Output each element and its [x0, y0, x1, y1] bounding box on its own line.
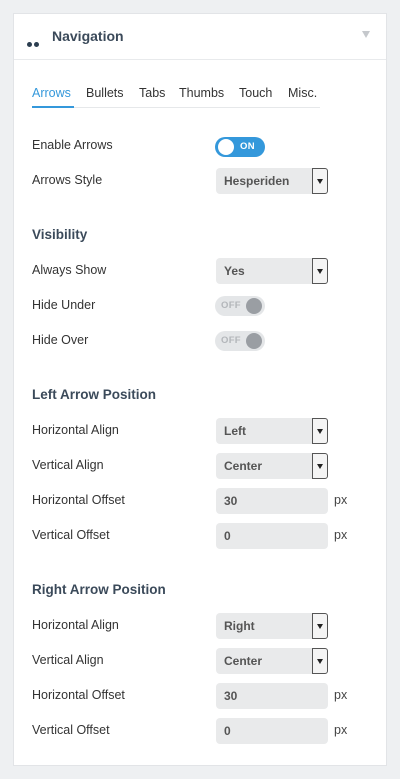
toggle-state: OFF [221, 335, 241, 346]
select-value: Right [224, 619, 255, 633]
active-tab-indicator [32, 106, 74, 108]
left-v-align-select[interactable]: Center [216, 453, 328, 479]
panel-title: Navigation [52, 28, 124, 44]
unit-label: px [334, 723, 348, 737]
hide-under-toggle[interactable]: OFF [215, 296, 265, 316]
toggle-state: ON [240, 141, 255, 152]
right-v-offset-input[interactable] [216, 718, 328, 744]
tab-thumbs[interactable]: Thumbs [179, 86, 224, 100]
right-v-align-label: Vertical Align [32, 653, 104, 667]
left-v-offset-input[interactable] [216, 523, 328, 549]
toggle-knob [246, 333, 262, 349]
visibility-title: Visibility [32, 227, 88, 242]
select-value: Yes [224, 264, 245, 278]
chevron-down-icon[interactable] [312, 418, 328, 444]
left-arrow-position-title: Left Arrow Position [32, 387, 156, 402]
toggle-knob [246, 298, 262, 314]
enable-arrows-toggle[interactable]: ON [215, 137, 265, 157]
select-value: Center [224, 654, 263, 668]
right-h-offset-input[interactable] [216, 683, 328, 709]
toggle-state: OFF [221, 300, 241, 311]
select-value: Left [224, 424, 246, 438]
tab-arrows[interactable]: Arrows [32, 86, 71, 100]
always-show-select[interactable]: Yes [216, 258, 328, 284]
chevron-down-icon[interactable] [312, 453, 328, 479]
right-h-align-label: Horizontal Align [32, 618, 119, 632]
arrows-style-select[interactable]: Hesperiden [216, 168, 328, 194]
left-h-align-select[interactable]: Left [216, 418, 328, 444]
left-h-align-label: Horizontal Align [32, 423, 119, 437]
unit-label: px [334, 528, 348, 542]
tab-tabs[interactable]: Tabs [139, 86, 165, 100]
hide-over-label: Hide Over [32, 333, 89, 347]
left-h-offset-label: Horizontal Offset [32, 493, 125, 507]
enable-arrows-label: Enable Arrows [32, 138, 113, 152]
left-v-offset-label: Vertical Offset [32, 528, 110, 542]
right-v-align-select[interactable]: Center [216, 648, 328, 674]
panel-header[interactable]: Navigation [14, 14, 386, 60]
unit-label: px [334, 493, 348, 507]
right-h-offset-label: Horizontal Offset [32, 688, 125, 702]
chevron-down-icon[interactable] [312, 168, 328, 194]
chevron-down-icon[interactable] [312, 258, 328, 284]
arrows-style-label: Arrows Style [32, 173, 103, 187]
select-value: Hesperiden [224, 174, 290, 188]
dots-icon [27, 34, 41, 52]
hide-over-toggle[interactable]: OFF [215, 331, 265, 351]
collapse-icon[interactable] [362, 31, 370, 38]
chevron-down-icon[interactable] [312, 648, 328, 674]
select-value: Center [224, 459, 263, 473]
hide-under-label: Hide Under [32, 298, 96, 312]
right-v-offset-label: Vertical Offset [32, 723, 110, 737]
chevron-down-icon[interactable] [312, 613, 328, 639]
tab-bullets[interactable]: Bullets [86, 86, 124, 100]
left-h-offset-input[interactable] [216, 488, 328, 514]
navigation-panel: Navigation Arrows Bullets Tabs Thumbs To… [13, 13, 387, 766]
right-h-align-select[interactable]: Right [216, 613, 328, 639]
tab-misc[interactable]: Misc. [288, 86, 317, 100]
always-show-label: Always Show [32, 263, 107, 277]
right-arrow-position-title: Right Arrow Position [32, 582, 166, 597]
toggle-knob [218, 139, 234, 155]
unit-label: px [334, 688, 348, 702]
tab-touch[interactable]: Touch [239, 86, 272, 100]
left-v-align-label: Vertical Align [32, 458, 104, 472]
tab-bar: Arrows Bullets Tabs Thumbs Touch Misc. [32, 84, 320, 108]
